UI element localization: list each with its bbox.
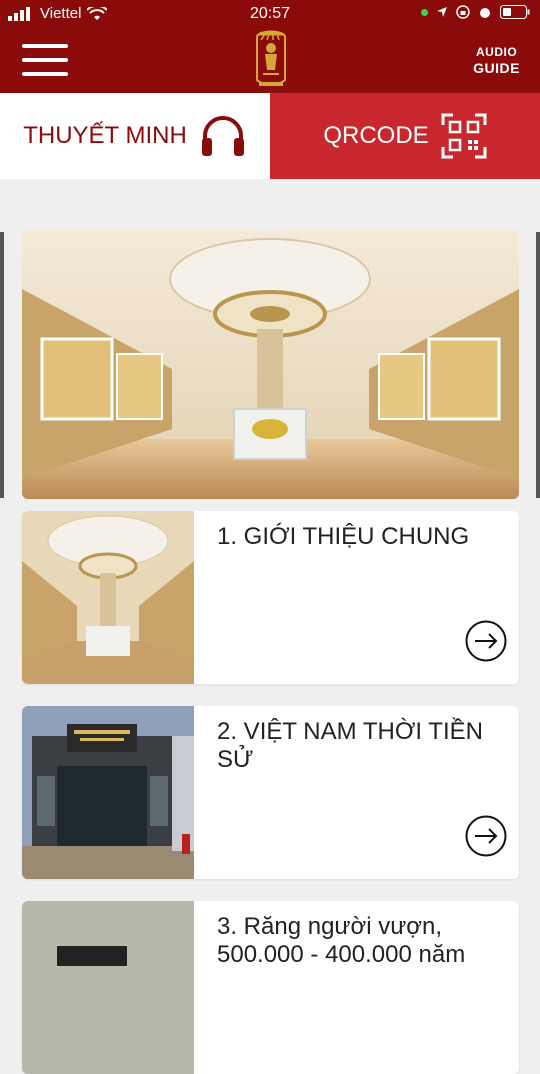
arrow-right-circle-icon[interactable]: [465, 815, 507, 857]
status-bar: Viettel 20:57: [0, 0, 540, 28]
audio-guide-logo: AUDIO GUIDE: [473, 44, 520, 76]
location-icon: [437, 7, 447, 17]
gallery-hall-illustration: [22, 229, 519, 499]
green-dot-icon: [421, 8, 428, 16]
hero-image[interactable]: [22, 229, 519, 499]
carousel-next-edge[interactable]: [536, 232, 540, 498]
section-thumbnail-3: [22, 901, 194, 1074]
battery-icon: [500, 5, 530, 19]
carousel-prev-edge[interactable]: [0, 232, 4, 498]
section-thumbnail-2: [22, 706, 194, 879]
section-card-2[interactable]: 2. VIỆT NAM THỜI TIỀN SỬ: [22, 706, 519, 879]
museum-logo[interactable]: [249, 30, 293, 90]
tab-qrcode[interactable]: QRCODE: [270, 93, 540, 179]
section-card-3[interactable]: 3. Răng người vượn, 500.000 - 400.000 nă…: [22, 901, 519, 1074]
qr-code-icon: [441, 113, 487, 159]
mode-tabs: THUYẾT MINH QRCODE: [0, 93, 540, 179]
section-title-1: 1. GIỚI THIỆU CHUNG: [217, 523, 470, 550]
tab-qrcode-label: QRCODE: [323, 122, 429, 149]
headphones-icon: [201, 116, 244, 156]
tab-narration[interactable]: THUYẾT MINH: [0, 93, 270, 179]
section-card-1[interactable]: 1. GIỚI THIỆU CHUNG: [22, 511, 519, 684]
lock-rotation-icon: [456, 5, 470, 19]
guide-label: GUIDE: [473, 60, 520, 76]
section-title-2: 2. VIỆT NAM THỜI TIỀN SỬ: [217, 718, 483, 773]
status-icons: [421, 5, 530, 19]
arrow-right-circle-icon[interactable]: [465, 620, 507, 662]
app-header: Viettel 20:57 AUDIO GUIDE: [0, 0, 540, 93]
section-thumbnail-1: [22, 511, 194, 684]
section-title-3: 3. Răng người vượn, 500.000 - 400.000 nă…: [217, 913, 466, 968]
menu-button[interactable]: [22, 42, 68, 78]
audio-label: AUDIO: [475, 45, 518, 59]
alarm-icon: [480, 8, 490, 18]
tab-narration-label: THUYẾT MINH: [23, 122, 187, 149]
